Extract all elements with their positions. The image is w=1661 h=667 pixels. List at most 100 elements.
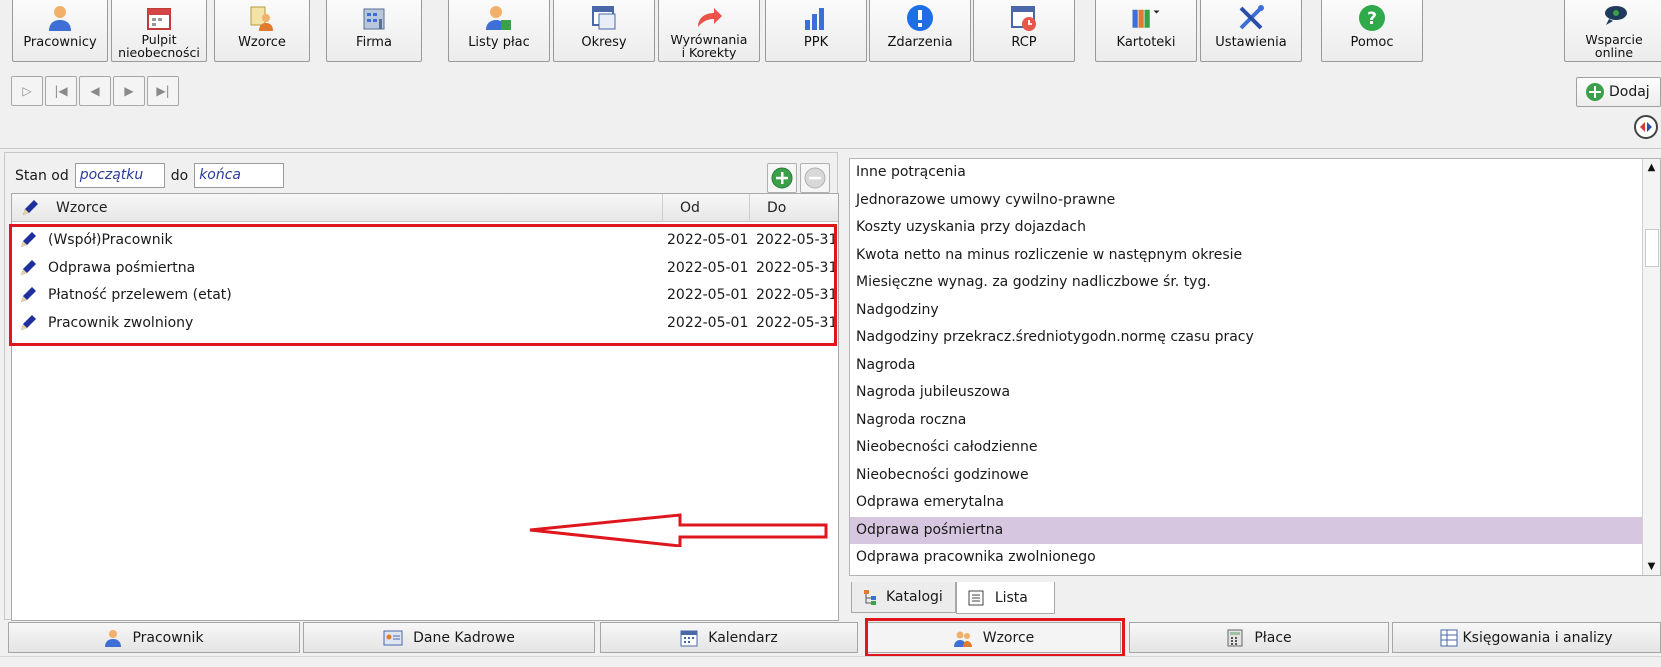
row-od: 2022-05-01	[667, 287, 749, 303]
table-row[interactable]: Płatność przelewem (etat) 2022-05-01 202…	[12, 282, 838, 310]
tab-ksiegowania[interactable]: Księgowania i analizy	[1392, 622, 1661, 653]
tab-lista[interactable]: Lista	[955, 582, 1055, 614]
row-od: 2022-05-01	[667, 259, 749, 276]
table-row[interactable]: (Współ)Pracownik 2022-05-01 2022-05-31	[12, 227, 838, 255]
tab-pracownik[interactable]: Pracownik	[8, 622, 300, 653]
templates-icon	[953, 629, 973, 647]
tree-icon	[864, 590, 876, 605]
id-card-icon	[383, 629, 403, 647]
pencil-icon	[21, 232, 36, 247]
wzorce-toolbar-label: Wzorce	[238, 35, 286, 50]
header-od[interactable]: Od	[680, 200, 700, 216]
list-item[interactable]: Nagroda roczna	[850, 407, 1660, 435]
swap-panels-icon[interactable]	[1634, 115, 1658, 139]
info-icon	[905, 3, 935, 33]
list-item[interactable]: Nieobecności godzinowe	[850, 462, 1660, 490]
wyrownania-button[interactable]: Wyrównania i Korekty	[658, 0, 760, 62]
date-to-field[interactable]: końca	[194, 163, 285, 188]
red-arrow-annotation	[529, 513, 828, 547]
calculator-icon	[1226, 629, 1244, 647]
scroll-thumb[interactable]	[1645, 229, 1659, 267]
tab-kalendarz[interactable]: Kalendarz	[600, 622, 858, 653]
tab-katalogi[interactable]: Katalogi	[851, 582, 956, 613]
dodaj-button[interactable]: Dodaj	[1576, 77, 1661, 107]
row-name: Pracownik zwolniony	[48, 314, 194, 331]
list-item[interactable]: Inne potrącenia	[850, 159, 1660, 187]
list-item[interactable]: Nadgodziny przekracz.średniotygodn.normę…	[850, 324, 1660, 352]
header-do[interactable]: Do	[767, 200, 786, 216]
list-item[interactable]: Nieobecności całodzienne	[850, 434, 1660, 462]
rcp-label: RCP	[1011, 35, 1037, 50]
person-icon	[104, 629, 122, 647]
row-do: 2022-05-31	[756, 232, 838, 248]
add-icon	[1586, 83, 1604, 101]
list-item[interactable]: Nadgodziny	[850, 297, 1660, 325]
wyrownania-label: Wyrównania i Korekty	[670, 32, 748, 60]
remove-template-button[interactable]	[800, 163, 830, 193]
list-item[interactable]: Kwota netto na minus rozliczenie w nastę…	[850, 242, 1660, 270]
table-row[interactable]: Pracownik zwolniony 2022-05-01 2022-05-3…	[12, 310, 838, 338]
okresy-button[interactable]: Okresy	[553, 0, 655, 62]
scroll-down-icon[interactable]: ▼	[1643, 558, 1660, 575]
list-item[interactable]: Miesięczne wynag. za godziny nadliczbowe…	[850, 269, 1660, 297]
listy-plac-button[interactable]: Listy płac	[448, 0, 550, 62]
prev-record-button[interactable]: ◀	[79, 76, 111, 106]
kartoteki-button[interactable]: Kartoteki	[1095, 0, 1197, 62]
separator	[0, 148, 1661, 149]
list-item[interactable]: Jednorazowe umowy cywilno-prawne	[850, 187, 1660, 215]
calendar-icon	[680, 629, 698, 647]
list-item[interactable]: Nagroda	[850, 352, 1660, 380]
tab-katalogi-label: Katalogi	[886, 589, 943, 605]
row-do: 2022-05-31	[756, 259, 838, 276]
zdarzenia-button[interactable]: Zdarzenia	[869, 0, 971, 62]
list-view-tabs: Katalogi Lista	[851, 582, 1055, 614]
list-icon	[968, 590, 984, 605]
support-icon	[1599, 3, 1629, 33]
list-item[interactable]: Odprawa emerytalna	[850, 489, 1660, 517]
pulpit-nieobecnosci-button[interactable]: Pulpit nieobecności	[111, 0, 207, 62]
pracownicy-button[interactable]: Pracownicy	[12, 0, 108, 62]
tab-dane-kadrowe[interactable]: Dane Kadrowe	[303, 622, 595, 653]
date-from-field[interactable]: początku	[74, 163, 165, 188]
first-record-icon-d[interactable]: ▷	[11, 76, 43, 106]
date-filter: Stan od początku do końca	[15, 163, 290, 188]
ustawienia-button[interactable]: Ustawienia	[1200, 0, 1302, 62]
firma-label: Firma	[356, 35, 392, 50]
undo-arrow-icon	[694, 3, 724, 33]
building-icon	[359, 3, 389, 33]
rcp-button[interactable]: RCP	[973, 0, 1075, 62]
periods-icon	[589, 3, 619, 33]
last-record-button[interactable]: ▶|	[147, 76, 179, 106]
pomoc-button[interactable]: ? Pomoc	[1321, 0, 1423, 62]
wsparcie-online-button[interactable]: Wsparcie online	[1564, 0, 1661, 62]
pencil-icon	[21, 259, 36, 275]
listy-plac-label: Listy płac	[468, 35, 530, 50]
tools-icon	[1236, 3, 1266, 33]
scroll-up-icon[interactable]: ▲	[1643, 159, 1660, 176]
tab-wzorce-label: Wzorce	[982, 629, 1035, 646]
header-wzorce[interactable]: Wzorce	[56, 200, 108, 216]
list-scrollbar[interactable]: ▲ ▼	[1642, 159, 1660, 575]
first-record-button[interactable]: |◀	[45, 76, 77, 106]
pomoc-label: Pomoc	[1350, 35, 1394, 50]
pencil-icon	[21, 314, 36, 330]
wzorce-toolbar-button[interactable]: Wzorce	[214, 0, 310, 62]
next-record-button[interactable]: ▶	[113, 76, 145, 106]
list-item[interactable]: Koszty uzyskania przy dojazdach	[850, 214, 1660, 242]
tab-kalendarz-label: Kalendarz	[708, 629, 778, 646]
list-item-selected[interactable]: Odprawa pośmiertna	[850, 516, 1660, 544]
add-template-button[interactable]	[767, 163, 797, 193]
templates-grid: Wzorce Od Do (Współ)Pracownik 2022-05-01…	[11, 193, 839, 621]
list-item[interactable]: Nagroda jubileuszowa	[850, 379, 1660, 407]
table-row[interactable]: Odprawa pośmiertna 2022-05-01 2022-05-31	[12, 255, 838, 283]
ppk-button[interactable]: PPK	[765, 0, 867, 62]
record-navigator: ▷ |◀ ◀ ▶ ▶|	[11, 76, 181, 106]
tab-wzorce-active[interactable]: Wzorce	[866, 622, 1121, 653]
tab-pracownik-label: Pracownik	[132, 629, 204, 646]
firma-button[interactable]: Firma	[326, 0, 422, 62]
tab-place[interactable]: Płace	[1129, 622, 1389, 653]
help-icon: ?	[1357, 3, 1387, 33]
list-item[interactable]: Odprawa pracownika zwolnionego	[850, 544, 1660, 572]
column-separator	[749, 194, 750, 222]
tab-dane-kadrowe-label: Dane Kadrowe	[413, 629, 515, 646]
